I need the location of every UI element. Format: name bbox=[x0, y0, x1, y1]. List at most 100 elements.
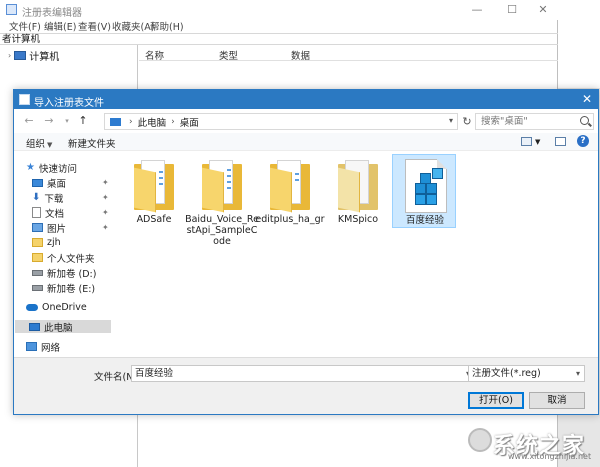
document-icon bbox=[32, 207, 41, 218]
tree-item-computer[interactable]: › 计算机 bbox=[8, 48, 59, 63]
view-options-icon[interactable] bbox=[521, 137, 532, 146]
nav-label: 图片 bbox=[47, 223, 67, 235]
file-item-folder[interactable]: KMSpico bbox=[326, 154, 390, 228]
drive-icon bbox=[32, 284, 43, 291]
nav-item-pictures[interactable]: 图片 bbox=[32, 221, 67, 235]
nav-item-drive-e[interactable]: 新加卷 (E:) bbox=[32, 281, 96, 295]
breadcrumb-chevron-icon[interactable]: › bbox=[171, 117, 175, 127]
nav-this-pc[interactable]: 此电脑 bbox=[15, 320, 111, 334]
menu-help[interactable]: 帮助(H) bbox=[150, 19, 184, 33]
search-icon[interactable] bbox=[580, 116, 589, 125]
help-icon[interactable]: ? bbox=[577, 135, 589, 147]
file-item-folder[interactable]: Baidu_Voice_RestApi_SampleCode bbox=[185, 154, 259, 247]
recent-dropdown-icon[interactable]: ▾ bbox=[60, 114, 74, 128]
filetype-value: 注册文件(*.reg) bbox=[472, 368, 541, 379]
registry-menubar: 文件(F) 编辑(E) 查看(V) 收藏夹(A) 帮助(H) bbox=[0, 18, 558, 33]
search-input[interactable]: 搜索"桌面" bbox=[475, 113, 594, 130]
up-arrow-icon[interactable]: ↑ bbox=[76, 114, 90, 128]
file-item-folder[interactable]: editplus_ha_gr bbox=[255, 154, 325, 228]
preview-pane-icon[interactable] bbox=[555, 137, 566, 146]
watermark-logo-icon bbox=[468, 428, 492, 452]
organize-label: 组织 bbox=[26, 139, 46, 150]
close-button[interactable]: ✕ bbox=[528, 2, 558, 18]
pin-icon[interactable]: ✦ bbox=[102, 193, 109, 202]
nav-item-personal-folder[interactable]: 个人文件夹 bbox=[32, 251, 95, 265]
file-label: 百度经验 bbox=[405, 215, 444, 226]
registry-editor-title: 注册表编辑器 bbox=[22, 8, 82, 19]
pin-icon[interactable]: ✦ bbox=[102, 223, 109, 232]
nav-quick-access[interactable]: ★ 快速访问 bbox=[26, 161, 77, 175]
address-bar[interactable]: › 此电脑 › 桌面 ▾ bbox=[104, 113, 458, 130]
search-placeholder: 搜索"桌面" bbox=[481, 116, 528, 127]
address-dropdown-icon[interactable]: ▾ bbox=[449, 116, 453, 125]
nav-label: OneDrive bbox=[42, 302, 87, 313]
new-folder-button[interactable]: 新建文件夹 bbox=[68, 136, 116, 150]
tree-item-label: 计算机 bbox=[29, 52, 60, 63]
back-arrow-icon[interactable]: ← bbox=[22, 114, 36, 128]
folder-icon bbox=[134, 160, 174, 213]
desktop-icon bbox=[32, 178, 43, 187]
chevron-down-icon[interactable]: ▾ bbox=[576, 366, 580, 381]
menu-view[interactable]: 查看(V) bbox=[78, 19, 111, 33]
file-item-folder[interactable]: ADSafe bbox=[122, 154, 186, 228]
nav-label: 文档 bbox=[45, 208, 65, 220]
organize-button[interactable]: 组织 ▼ bbox=[26, 136, 52, 150]
dialog-close-button[interactable]: ✕ bbox=[579, 92, 595, 107]
registry-file-icon bbox=[405, 159, 447, 213]
view-dropdown-icon[interactable]: ▼ bbox=[535, 138, 540, 146]
nav-label: 个人文件夹 bbox=[47, 253, 95, 265]
open-button[interactable]: 打开(O) bbox=[468, 392, 524, 409]
navigation-row: ← → ▾ ↑ › 此电脑 › 桌面 ▾ ↻ 搜索"桌面" bbox=[14, 109, 598, 133]
this-pc-icon bbox=[110, 117, 121, 126]
nav-item-drive-d[interactable]: 新加卷 (D:) bbox=[32, 266, 96, 280]
file-label: ADSafe bbox=[136, 214, 172, 225]
pin-icon[interactable]: ✦ bbox=[102, 208, 109, 217]
chevron-right-icon[interactable]: › bbox=[8, 51, 11, 60]
nav-item-zjh[interactable]: zjh bbox=[32, 236, 61, 249]
command-bar: 组织 ▼ 新建文件夹 ▼ ? bbox=[14, 133, 598, 151]
nav-network[interactable]: 网络 bbox=[26, 340, 60, 354]
nav-item-downloads[interactable]: ⬇ 下载 bbox=[32, 191, 63, 205]
column-type[interactable]: 类型 bbox=[219, 48, 238, 62]
registry-address-bar[interactable]: 者计算机 bbox=[0, 33, 558, 45]
folder-icon bbox=[32, 253, 43, 262]
registry-editor-titlebar: 注册表编辑器 — ☐ ✕ bbox=[0, 0, 558, 20]
this-pc-icon bbox=[29, 322, 40, 331]
nav-onedrive[interactable]: OneDrive bbox=[26, 301, 87, 314]
nav-item-desktop[interactable]: 桌面 bbox=[32, 176, 67, 190]
menu-edit[interactable]: 编辑(E) bbox=[44, 19, 76, 33]
navigation-pane: ★ 快速访问 桌面 ✦ ⬇ 下载 ✦ 文档 ✦ 图片 ✦ zjh 个人文件夹 新… bbox=[14, 151, 114, 357]
nav-item-documents[interactable]: 文档 bbox=[32, 206, 65, 220]
cancel-button[interactable]: 取消 bbox=[529, 392, 585, 409]
dialog-app-icon bbox=[19, 94, 30, 105]
column-data[interactable]: 数据 bbox=[291, 48, 310, 62]
folder-icon bbox=[270, 160, 310, 213]
breadcrumb-chevron-icon[interactable]: › bbox=[129, 117, 133, 127]
breadcrumb-desktop[interactable]: 桌面 bbox=[180, 115, 199, 129]
drive-icon bbox=[32, 269, 43, 276]
folder-icon bbox=[338, 160, 378, 213]
dialog-footer: 文件名(N): 百度经验 ▾ 注册文件(*.reg) ▾ 打开(O) 取消 bbox=[14, 357, 598, 414]
refresh-icon[interactable]: ↻ bbox=[461, 116, 473, 128]
star-icon: ★ bbox=[26, 162, 35, 173]
forward-arrow-icon[interactable]: → bbox=[42, 114, 56, 128]
pin-icon[interactable]: ✦ bbox=[102, 178, 109, 187]
file-label: Baidu_Voice_RestApi_SampleCode bbox=[185, 214, 259, 247]
nav-label: 新加卷 (E:) bbox=[47, 283, 96, 295]
watermark: 系统之家 www.xitongzhijia.net bbox=[458, 418, 598, 462]
menu-file[interactable]: 文件(F) bbox=[9, 19, 41, 33]
nav-label: 桌面 bbox=[47, 178, 67, 190]
file-label: editplus_ha_gr bbox=[255, 214, 325, 225]
breadcrumb-this-pc[interactable]: 此电脑 bbox=[138, 115, 167, 129]
column-name[interactable]: 名称 bbox=[145, 48, 164, 62]
filename-value: 百度经验 bbox=[135, 368, 174, 379]
pictures-icon bbox=[32, 223, 43, 232]
download-icon: ⬇ bbox=[32, 192, 41, 203]
menu-favorites[interactable]: 收藏夹(A) bbox=[112, 19, 154, 33]
cloud-icon bbox=[26, 304, 38, 311]
file-item-reg-file[interactable]: 百度经验 bbox=[392, 154, 456, 228]
filetype-select[interactable]: 注册文件(*.reg) ▾ bbox=[468, 365, 585, 382]
maximize-button[interactable]: ☐ bbox=[497, 2, 527, 18]
filename-input[interactable]: 百度经验 ▾ bbox=[131, 365, 474, 382]
minimize-button[interactable]: — bbox=[462, 2, 492, 18]
